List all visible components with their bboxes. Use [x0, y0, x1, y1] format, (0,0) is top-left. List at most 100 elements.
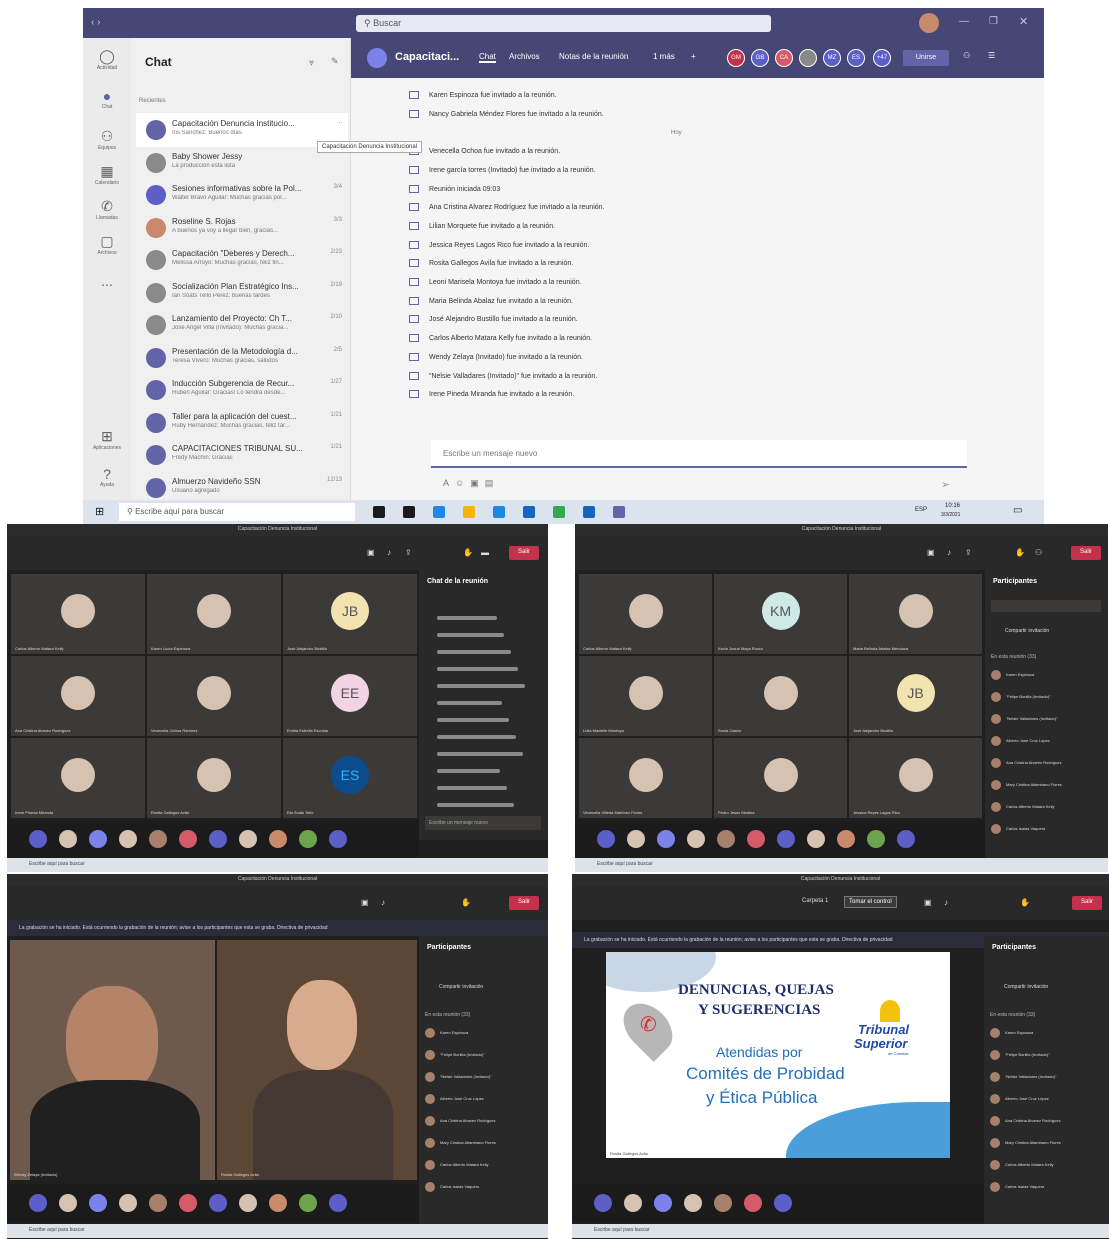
participant-avatar[interactable]: [774, 1194, 792, 1212]
participant-avatar[interactable]: ES: [847, 49, 865, 67]
raise-hand-icon[interactable]: ✋: [461, 898, 471, 907]
chat-list-item[interactable]: Capacitación "Deberes y Derech... Melissa…: [136, 243, 348, 277]
participant-row[interactable]: Karen Espinoza: [425, 1028, 468, 1038]
participant-tile[interactable]: Jessica Reyes Lagos Rico: [849, 738, 982, 818]
participant-avatar[interactable]: [594, 1194, 612, 1212]
chat-list-item[interactable]: Lanzamiento del Proyecto: Ch T... José An…: [136, 308, 348, 342]
taskbar-search[interactable]: Escribe aquí para buscar: [594, 1227, 650, 1233]
participant-avatar[interactable]: [897, 830, 915, 848]
taskbar-search[interactable]: Escribe aquí para buscar: [597, 861, 653, 867]
explorer-icon[interactable]: [463, 506, 475, 518]
participant-row[interactable]: Mary Cristina Altamirano Flores: [991, 780, 1062, 790]
participant-tile[interactable]: Carlos Alberto Matara Kelly: [579, 574, 712, 654]
participant-row[interactable]: Ana Cristina Alvarez Rodríguez: [990, 1116, 1061, 1126]
raise-hand-icon[interactable]: ✋: [463, 548, 473, 557]
participant-avatar[interactable]: [329, 1194, 347, 1212]
rail-calendar[interactable]: ▦ Calendario: [83, 163, 131, 201]
raise-hand-icon[interactable]: ✋: [1020, 898, 1030, 907]
participant-row[interactable]: Carlos Isaías Vaquero: [991, 824, 1045, 834]
taskbar-search[interactable]: Escribe aquí para buscar: [29, 1227, 85, 1233]
camera-icon[interactable]: ▣: [361, 898, 369, 907]
taskbar-search[interactable]: Escribe aquí para buscar: [29, 861, 85, 867]
participant-tile[interactable]: Venecella Villeda Martínez Flores: [579, 738, 712, 818]
rail-teams[interactable]: ⚇ Equipos: [83, 128, 131, 166]
participant-tile[interactable]: JB José Alejandro Bustillo: [849, 656, 982, 736]
participant-avatar[interactable]: CA: [775, 49, 793, 67]
participant-avatar[interactable]: [654, 1194, 672, 1212]
mic-icon[interactable]: ♪: [947, 548, 951, 557]
chat-list-item[interactable]: Taller para la aplicación del cuest... Ru…: [136, 406, 348, 440]
participant-avatar[interactable]: [744, 1194, 762, 1212]
participant-avatar[interactable]: MZ: [823, 49, 841, 67]
participant-row[interactable]: Karen Espinoza: [991, 670, 1034, 680]
participant-avatar[interactable]: [627, 830, 645, 848]
participant-row[interactable]: Carlos Alberto Matara Kelly: [991, 802, 1054, 812]
chrome-icon[interactable]: [553, 506, 565, 518]
rail-apps[interactable]: ⊞ Aplicaciones: [83, 428, 131, 466]
participant-row[interactable]: "Nelsie Valladares (Invitado)": [990, 1072, 1056, 1082]
format-icon[interactable]: A: [443, 478, 455, 488]
rail-more[interactable]: ...: [83, 273, 131, 311]
participant-row[interactable]: "Felipe Bonilla (Invitado)": [425, 1050, 485, 1060]
camera-icon[interactable]: ▣: [367, 548, 375, 557]
tab-files[interactable]: Archivos: [509, 52, 540, 61]
participant-tile[interactable]: Rosita Gallegos Avila: [147, 738, 281, 818]
tab-chat[interactable]: Chat: [479, 52, 496, 63]
participant-tile[interactable]: Lidia Maxielle Montoya: [579, 656, 712, 736]
participant-avatar[interactable]: [837, 830, 855, 848]
rail-files[interactable]: ▢ Archivos: [83, 233, 131, 271]
new-chat-icon[interactable]: ✎: [331, 56, 339, 67]
participant-row[interactable]: "Nelsie Valladares (Invitado)": [425, 1072, 491, 1082]
word-icon[interactable]: [583, 506, 595, 518]
emoji-icon[interactable]: ☺: [455, 478, 470, 488]
chat-list-item[interactable]: Socialización Plan Estratégico Ins... Ian…: [136, 276, 348, 310]
task-view-icon[interactable]: [403, 506, 415, 518]
tab-more[interactable]: 1 más: [653, 52, 675, 61]
participant-row[interactable]: "Felipe Bonilla (Invitado)": [991, 692, 1051, 702]
participant-avatar[interactable]: [807, 830, 825, 848]
participant-tile[interactable]: ES Ela Soats Tello: [283, 738, 417, 818]
participant-count[interactable]: +47: [873, 49, 891, 67]
participant-search[interactable]: [991, 600, 1101, 612]
participant-avatar[interactable]: [209, 1194, 227, 1212]
participant-avatar[interactable]: [299, 830, 317, 848]
chat-icon[interactable]: ▬: [481, 548, 489, 557]
back-forward-icon[interactable]: ‹ ›: [91, 17, 100, 28]
filter-icon[interactable]: ⩔: [309, 57, 314, 68]
chat-list-item[interactable]: Inducción Subgerencia de Recur... Ruben A…: [136, 373, 348, 407]
participant-avatar[interactable]: [799, 49, 817, 67]
participant-avatar[interactable]: [119, 1194, 137, 1212]
share-invite-button[interactable]: Compartir invitación: [1005, 628, 1049, 634]
participant-avatar[interactable]: [59, 1194, 77, 1212]
rail-calls[interactable]: ✆ Llamadas: [83, 198, 131, 236]
participants-icon[interactable]: ⚇: [963, 51, 970, 60]
meeting-chat-input[interactable]: Escribe un mensaje nuevo: [425, 816, 541, 830]
user-avatar[interactable]: [919, 13, 939, 33]
share-icon[interactable]: ⇪: [405, 548, 412, 557]
rail-chat[interactable]: ● Chat: [83, 88, 131, 126]
leave-button[interactable]: Salir: [1072, 896, 1102, 910]
participant-avatar[interactable]: GM: [727, 49, 745, 67]
participant-row[interactable]: "Nelsie Valladares (Invitado)": [991, 714, 1057, 724]
participant-tile[interactable]: Maria Belinda Abalaz Mendoza: [849, 574, 982, 654]
camera-icon[interactable]: ▣: [924, 898, 932, 907]
participant-avatar[interactable]: [179, 830, 197, 848]
maximize-icon[interactable]: ❐: [989, 16, 998, 27]
taskbar-search[interactable]: ⚲ Escribe aquí para buscar: [119, 503, 355, 521]
participant-tile[interactable]: Irene Pineda Miranda: [11, 738, 145, 818]
gif-icon[interactable]: ▣: [470, 478, 485, 488]
participant-avatar[interactable]: [624, 1194, 642, 1212]
participant-avatar[interactable]: [867, 830, 885, 848]
participant-row[interactable]: Mary Cristina Altamirano Flores: [990, 1138, 1061, 1148]
tab-notes[interactable]: Notas de la reunión: [559, 52, 628, 61]
share-icon[interactable]: ⇪: [965, 548, 972, 557]
participant-avatar[interactable]: [329, 830, 347, 848]
participant-avatar[interactable]: [747, 830, 765, 848]
participant-row[interactable]: Carlos Alberto Matara Kelly: [425, 1160, 488, 1170]
take-control-button[interactable]: Tomar el control: [844, 896, 897, 908]
participant-row[interactable]: Alberto José Cruz López: [991, 736, 1050, 746]
participant-row[interactable]: Carlos Alberto Matara Kelly: [990, 1160, 1053, 1170]
participant-avatar[interactable]: [29, 830, 47, 848]
participant-tile[interactable]: EE Enilda Estrella Escobar: [283, 656, 417, 736]
edge-icon[interactable]: [433, 506, 445, 518]
